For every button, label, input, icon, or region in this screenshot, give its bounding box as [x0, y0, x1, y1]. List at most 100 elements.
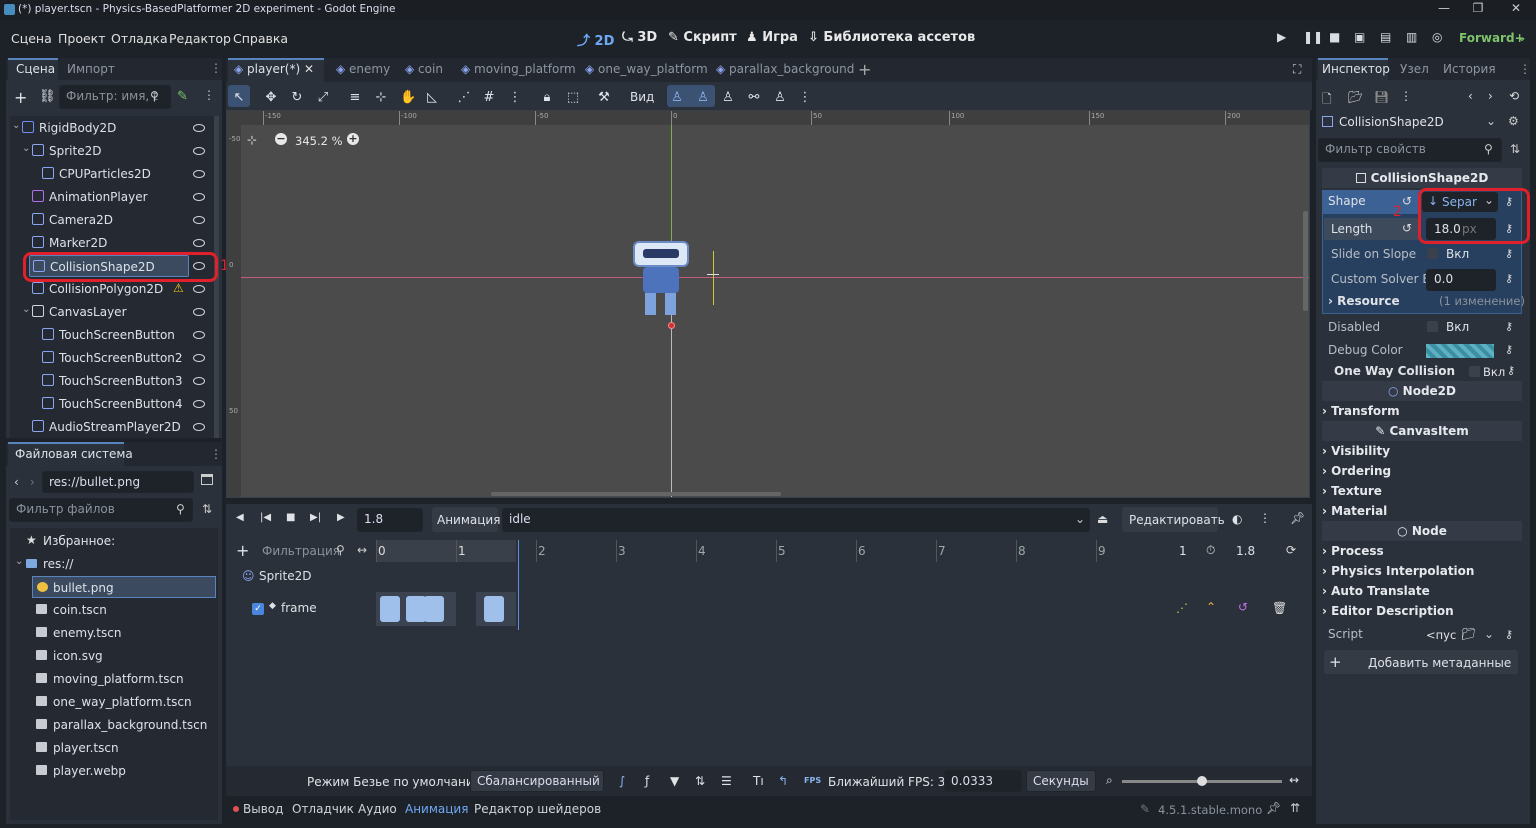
v-scrollbar[interactable] [1303, 211, 1308, 311]
scene-node-sprite2d[interactable]: ⌄ Sprite2D [8, 140, 208, 162]
add-scene-tab-icon[interactable]: + [858, 60, 871, 79]
pause-icon[interactable]: ❚❚ [1303, 30, 1323, 44]
group-icon[interactable]: ⬚ [566, 91, 580, 105]
anim-play-icon[interactable]: ▶ [337, 512, 345, 523]
movie-maker-icon[interactable]: ◎ [1432, 30, 1442, 44]
res-root-row[interactable]: ⌄ res:// [14, 553, 214, 575]
sort-icon[interactable]: ⇅ [202, 502, 212, 516]
pan-tool-icon[interactable]: ✋ [400, 91, 416, 105]
scene-node-rigidbody2d[interactable]: ⌄ RigidBody2D [8, 117, 208, 139]
play-backwards-start-icon[interactable]: |◀ [260, 512, 271, 523]
close-tab-icon[interactable]: ✕ [300, 62, 314, 76]
inspected-object[interactable]: CollisionShape2D [1339, 115, 1444, 129]
visibility-eye-icon[interactable] [193, 354, 205, 362]
key-icon[interactable]: ⚷ [1507, 364, 1515, 377]
revert-icon[interactable]: ↺ [1402, 194, 1412, 208]
smart-snap-icon[interactable]: ⋰ [457, 91, 471, 105]
play-start-icon[interactable]: ▶| [310, 512, 321, 523]
fs-file-row[interactable]: moving_platform.tscn [20, 668, 220, 690]
scene-tab[interactable]: ◈ parallax_background [716, 62, 854, 76]
physics-interpolation-section[interactable]: › Physics Interpolation [1322, 564, 1522, 584]
bezier-mode-select[interactable]: Сбалансированный [470, 770, 604, 792]
link-tool-icon[interactable]: ⚯ [747, 91, 761, 105]
distraction-free-icon[interactable]: ⛶ [1293, 62, 1301, 77]
chevron-down-icon[interactable]: ⌄ [22, 143, 30, 154]
main-screen-script[interactable]: ✎ Скрипт [668, 30, 737, 45]
tab-history[interactable]: История [1443, 62, 1496, 76]
interpolation-icon[interactable]: ⌃ [1206, 600, 1216, 614]
node-header[interactable]: ○ Node [1322, 521, 1522, 541]
process-section[interactable]: › Process [1322, 544, 1522, 564]
ordering-section[interactable]: › Ordering [1322, 464, 1522, 484]
visibility-eye-icon[interactable] [193, 331, 205, 339]
sort-tracks-icon[interactable]: ⇅ [695, 774, 705, 788]
resource-section[interactable]: › Resource [1328, 294, 1400, 308]
tab-scene[interactable]: Сцена [16, 62, 55, 76]
delete-track-icon[interactable]: 🗑︎ [1272, 601, 1287, 615]
rotate-tool-icon[interactable]: ↻ [290, 91, 304, 105]
collision-shape-tool-4-icon[interactable]: ♙ [773, 91, 787, 105]
maximize-icon[interactable]: ❐ [1468, 1, 1488, 15]
keyframe-4[interactable] [484, 596, 504, 622]
playhead[interactable] [518, 540, 519, 630]
ray-handle[interactable] [668, 322, 675, 329]
attach-script-icon[interactable]: ✎ [177, 89, 188, 104]
bone-icon[interactable]: ⚒ [597, 91, 611, 105]
timeline-zoom-handle[interactable] [1197, 776, 1207, 786]
update-mode-icon[interactable]: ⋰ [1176, 601, 1188, 615]
anim-time-input[interactable]: 1.8 [357, 508, 423, 532]
key-icon[interactable]: ⚷ [1505, 247, 1513, 260]
pin-icon[interactable]: 📌︎ [1290, 511, 1305, 525]
visibility-eye-icon[interactable] [193, 262, 205, 270]
autoplay-icon[interactable]: ⏏ [1097, 512, 1108, 526]
bezier-curve-icon[interactable]: ∫ [619, 774, 625, 788]
save-resource-icon[interactable]: 💾︎ [1374, 90, 1389, 104]
fs-file-row[interactable]: icon.svg [20, 645, 220, 667]
chevron-down-icon[interactable]: ⌄ [12, 120, 20, 131]
pin-panel-icon[interactable]: 📌︎ [1266, 801, 1281, 815]
open-resource-icon[interactable]: 📂︎ [1348, 90, 1363, 104]
object-history-icon[interactable]: ⟲ [1509, 89, 1519, 103]
scene-tab[interactable]: ◈ one_way_platform [585, 62, 708, 76]
new-resource-icon[interactable]: 🗋︎ [1322, 90, 1332, 111]
center-view-icon[interactable]: ⊹ [247, 133, 257, 147]
favorites-row[interactable]: ★ Избранное: [14, 530, 214, 552]
anim-menu-icon[interactable]: ⋮ [1259, 511, 1271, 525]
scene-tab[interactable]: ◈ coin [405, 62, 443, 76]
scene-tab[interactable]: ◈ player(*) ✕ [234, 62, 314, 76]
zoom-level[interactable]: 345.2 % [295, 134, 343, 148]
fit-width-icon[interactable]: ↔ [357, 543, 367, 557]
collision-shape-tool-2-icon[interactable]: ♙ [696, 91, 710, 105]
visibility-eye-icon[interactable] [193, 308, 205, 316]
scene-node-audiostreamplayer2d[interactable]: AudioStreamPlayer2D [8, 416, 208, 438]
minimize-icon[interactable]: — [1434, 1, 1454, 15]
expand-panel-icon[interactable]: ⇈ [1290, 801, 1300, 815]
edit-animation-button[interactable]: Редактировать [1129, 513, 1225, 527]
history-forward-icon[interactable]: › [1488, 89, 1493, 103]
move-tool-icon[interactable]: ✥ [264, 91, 278, 105]
chevron-down-icon[interactable]: ⌄ [1517, 30, 1527, 44]
fs-file-row[interactable]: bullet.png [32, 576, 216, 598]
loop-icon[interactable]: ⟳ [1286, 543, 1296, 557]
main-screen-2d[interactable]: ⤴ 2D [577, 30, 614, 49]
slide-on-slope-checkbox[interactable] [1427, 248, 1438, 259]
collision-shape-tool-1-icon[interactable]: ♙ [670, 91, 684, 105]
scene-node-marker2d[interactable]: Marker2D [8, 232, 208, 254]
disabled-checkbox[interactable] [1427, 321, 1438, 332]
text-tracks-icon[interactable]: Tı [753, 774, 764, 788]
property-filter-input[interactable]: Фильтр свойств [1318, 138, 1502, 162]
fs-filter-input[interactable]: Фильтр файлов [9, 498, 193, 522]
zoom-in-icon[interactable]: + [347, 133, 359, 145]
property-options-icon[interactable]: ⇅ [1510, 142, 1520, 156]
onion-skin-icon[interactable]: ◐ [1232, 512, 1242, 526]
add-node-icon[interactable]: + [14, 88, 27, 107]
fs-file-row[interactable]: player.webp [20, 760, 220, 782]
visibility-eye-icon[interactable] [193, 400, 205, 408]
remote-debug-icon[interactable]: ▣ [1354, 30, 1365, 44]
canvas-viewport[interactable]: ⊹ − 345.2 % + -150 -100 -50 0 50 100 150 200 0 -5… [226, 110, 1310, 498]
menu-project[interactable]: Проект [58, 31, 106, 46]
visibility-eye-icon[interactable] [193, 193, 205, 201]
grid-snap-icon[interactable]: # [482, 91, 496, 105]
tab-import[interactable]: Импорт [67, 62, 115, 76]
script-value[interactable]: <пус [1426, 628, 1456, 642]
